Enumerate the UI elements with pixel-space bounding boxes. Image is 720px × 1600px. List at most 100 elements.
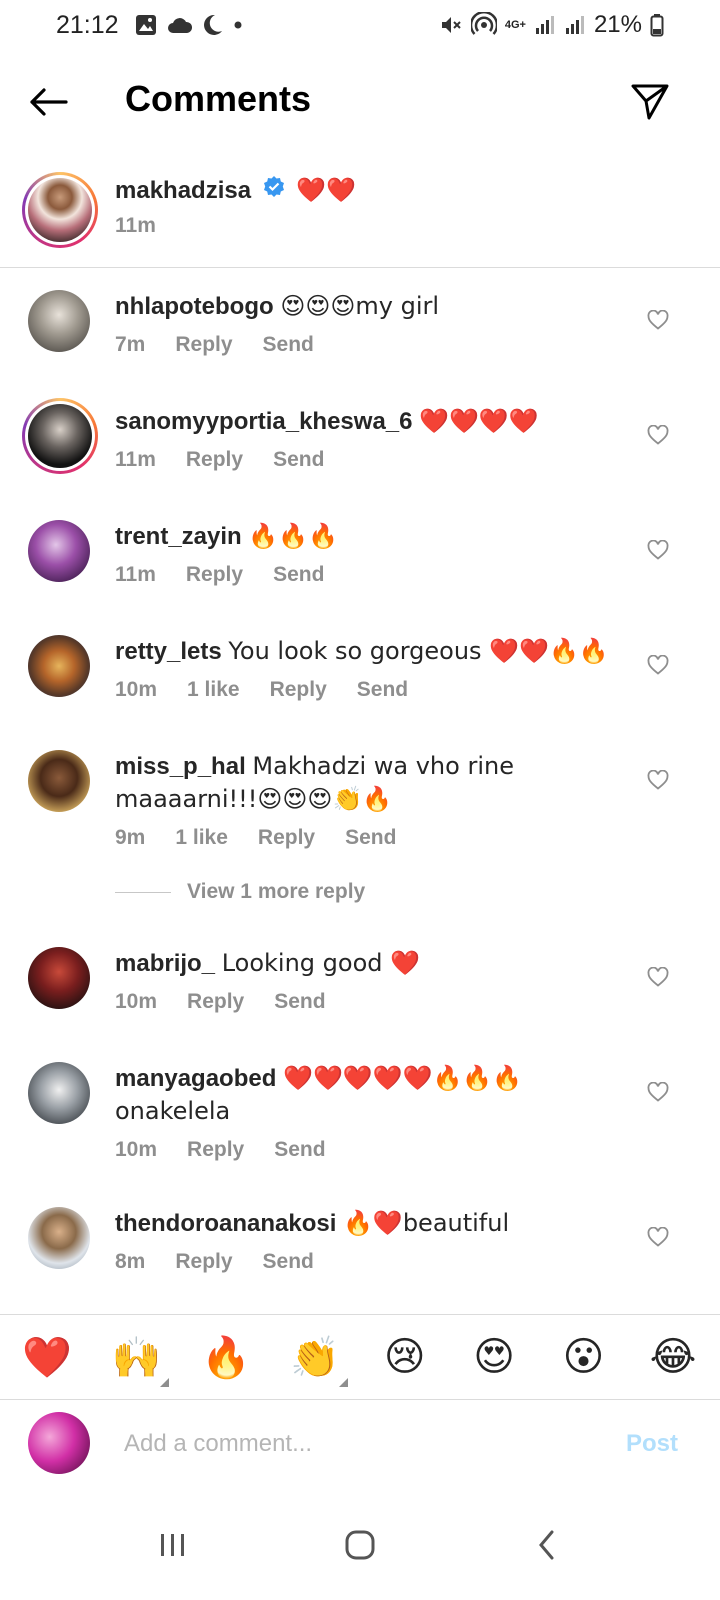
recents-button[interactable] bbox=[143, 1515, 203, 1575]
comment-input[interactable] bbox=[124, 1422, 594, 1466]
reply-button[interactable]: Reply bbox=[186, 448, 243, 472]
like-button[interactable] bbox=[646, 768, 670, 792]
back-button[interactable] bbox=[26, 80, 70, 124]
comment-username[interactable]: thendoroananakosi bbox=[115, 1210, 336, 1237]
reply-button[interactable]: Reply bbox=[258, 826, 315, 850]
status-left: 21:12 bbox=[56, 11, 243, 40]
caption-body: makhadzisa ❤️❤️ 11m bbox=[115, 174, 356, 238]
like-button[interactable] bbox=[646, 653, 670, 677]
reply-button[interactable]: Reply bbox=[175, 333, 232, 357]
emoji-laugh-button[interactable]: 😂 bbox=[648, 1334, 698, 1380]
heart-outline-icon bbox=[647, 310, 669, 330]
avatar[interactable] bbox=[28, 1207, 90, 1269]
reply-button[interactable]: Reply bbox=[187, 1138, 244, 1162]
send-button[interactable]: Send bbox=[273, 563, 324, 587]
page-title: Comments bbox=[125, 78, 312, 119]
view-replies-label: View 1 more reply bbox=[187, 880, 366, 903]
back-nav-button[interactable] bbox=[517, 1515, 577, 1575]
reply-button[interactable]: Reply bbox=[186, 563, 243, 587]
emoji-heart-button[interactable]: ❤️ bbox=[22, 1334, 72, 1381]
chevron-left-icon bbox=[538, 1530, 554, 1560]
like-button[interactable] bbox=[646, 538, 670, 562]
skin-tone-corner-icon bbox=[339, 1377, 349, 1387]
emoji-heart-eyes-button[interactable]: 😍 bbox=[469, 1334, 519, 1380]
heart-outline-icon bbox=[647, 540, 669, 560]
mute-icon bbox=[439, 13, 463, 37]
caption-username[interactable]: makhadzisa bbox=[115, 177, 251, 204]
comment-username[interactable]: trent_zayin bbox=[115, 523, 242, 550]
comment-time: 10m bbox=[115, 990, 158, 1013]
comment-username[interactable]: miss_p_hal bbox=[115, 753, 246, 780]
avatar[interactable] bbox=[28, 1062, 90, 1124]
likes-count[interactable]: 1 like bbox=[187, 678, 240, 702]
system-nav-bar bbox=[0, 1490, 720, 1600]
comment-username[interactable]: sanomyyportia_kheswa_6 bbox=[115, 408, 412, 435]
send-button[interactable]: Send bbox=[274, 1138, 325, 1162]
status-time: 21:12 bbox=[56, 10, 119, 39]
moon-icon bbox=[203, 13, 223, 37]
post-button[interactable]: Post bbox=[626, 1430, 678, 1458]
view-more-replies-button[interactable]: View 1 more reply bbox=[115, 880, 365, 904]
divider bbox=[0, 267, 720, 268]
send-button[interactable]: Send bbox=[263, 333, 314, 357]
comment-text: You look so gorgeous ❤️❤️🔥🔥 bbox=[228, 637, 609, 665]
network-type-label: 4G+ bbox=[504, 19, 526, 31]
send-icon bbox=[631, 84, 669, 120]
reply-button[interactable]: Reply bbox=[175, 1250, 232, 1274]
like-button[interactable] bbox=[646, 308, 670, 332]
send-button[interactable]: Send bbox=[357, 678, 408, 702]
avatar[interactable] bbox=[22, 398, 98, 474]
gallery-icon bbox=[135, 13, 157, 37]
comment-username[interactable]: retty_lets bbox=[115, 638, 222, 665]
avatar[interactable] bbox=[28, 520, 90, 582]
send-button[interactable]: Send bbox=[273, 448, 324, 472]
like-button[interactable] bbox=[646, 965, 670, 989]
avatar[interactable] bbox=[28, 947, 90, 1009]
emoji-clap-button[interactable]: 👏 bbox=[290, 1334, 349, 1387]
emoji-surprised-button[interactable]: 😮 bbox=[559, 1334, 609, 1380]
comment-meta: 9m 1 like Reply Send bbox=[115, 826, 625, 850]
comment-text: 🔥🔥🔥 bbox=[248, 522, 339, 550]
send-button[interactable]: Send bbox=[345, 826, 396, 850]
comment-time: 11m bbox=[115, 448, 156, 471]
comment-meta: 10m Reply Send bbox=[115, 990, 625, 1014]
emoji-raised-hands-button[interactable]: 🙌 bbox=[111, 1334, 170, 1387]
comment-username[interactable]: mabrijo_ bbox=[115, 950, 215, 977]
emoji-cry-button[interactable]: 😢 bbox=[380, 1334, 430, 1380]
avatar[interactable] bbox=[28, 750, 90, 812]
verified-badge-icon bbox=[262, 175, 286, 208]
avatar[interactable] bbox=[28, 290, 90, 352]
emoji-fire-button[interactable]: 🔥 bbox=[201, 1334, 251, 1381]
view-replies-line bbox=[115, 891, 171, 893]
heart-outline-icon bbox=[647, 425, 669, 445]
heart-outline-icon bbox=[647, 967, 669, 987]
cloud-icon bbox=[167, 13, 193, 37]
comment-text: ❤️❤️❤️❤️ bbox=[419, 407, 539, 435]
like-button[interactable] bbox=[646, 1080, 670, 1104]
comment-time: 9m bbox=[115, 826, 146, 849]
comment-composer: Post bbox=[0, 1410, 720, 1480]
like-button[interactable] bbox=[646, 423, 670, 447]
caption-meta: 11m bbox=[115, 214, 356, 238]
reply-button[interactable]: Reply bbox=[270, 678, 327, 702]
send-button[interactable]: Send bbox=[263, 1250, 314, 1274]
hotspot-icon bbox=[470, 12, 497, 37]
avatar[interactable] bbox=[28, 635, 90, 697]
share-button[interactable] bbox=[626, 78, 674, 126]
avatar bbox=[28, 178, 92, 242]
comment-username[interactable]: manyagaobed bbox=[115, 1065, 276, 1092]
send-button[interactable]: Send bbox=[274, 990, 325, 1014]
comment-meta: 10m 1 like Reply Send bbox=[115, 678, 625, 702]
reply-button[interactable]: Reply bbox=[187, 990, 244, 1014]
likes-count[interactable]: 1 like bbox=[175, 826, 228, 850]
comment-username[interactable]: nhlapotebogo bbox=[115, 293, 274, 320]
home-button[interactable] bbox=[330, 1515, 390, 1575]
signal-icon-2 bbox=[564, 13, 586, 37]
comment-meta: 11m Reply Send bbox=[115, 563, 625, 587]
heart-outline-icon bbox=[647, 1082, 669, 1102]
comment-text: Looking good ❤️ bbox=[221, 949, 421, 977]
caption: makhadzisa ❤️❤️ 11m bbox=[0, 168, 720, 268]
caption-avatar[interactable] bbox=[22, 172, 98, 248]
comment-meta: 8m Reply Send bbox=[115, 1250, 625, 1274]
like-button[interactable] bbox=[646, 1225, 670, 1249]
